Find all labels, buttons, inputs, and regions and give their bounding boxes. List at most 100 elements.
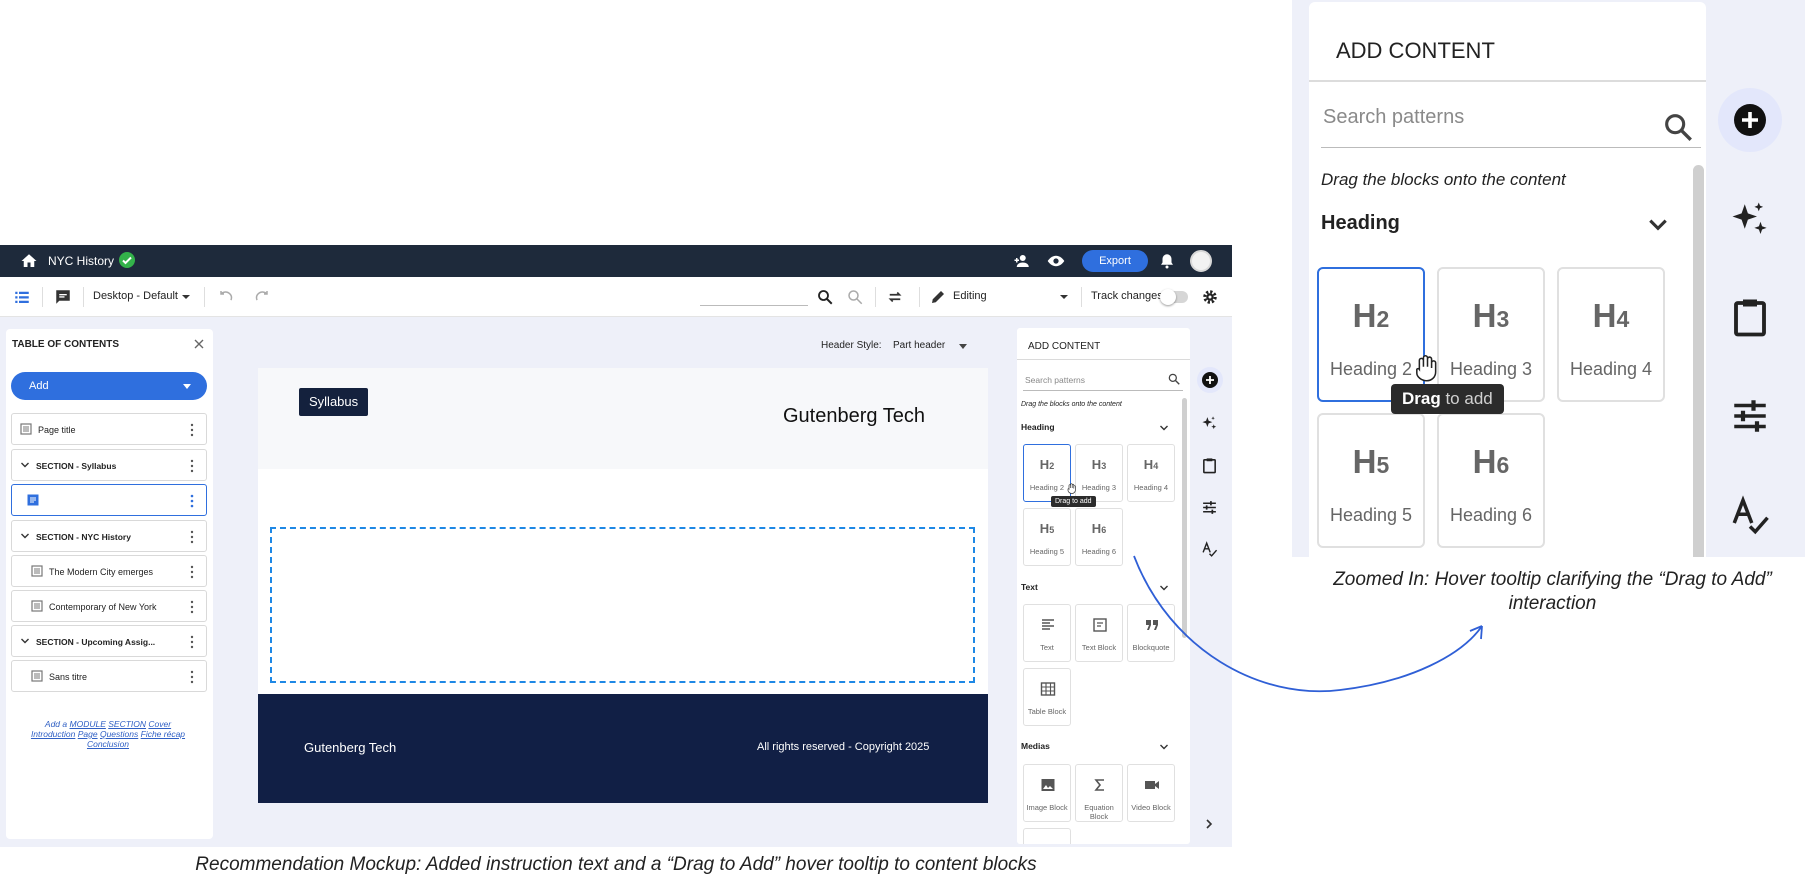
add-fiche-recap-link[interactable]: Fiche récap <box>141 729 185 739</box>
toc-section[interactable]: SECTION - NYC History <box>11 520 207 552</box>
heading-2-block[interactable]: H2 Heading 2 <box>1023 444 1071 502</box>
heading-3-block[interactable]: H3 Heading 3 <box>1437 267 1545 402</box>
track-changes-toggle[interactable] <box>1160 289 1188 305</box>
page-icon <box>20 423 32 435</box>
chevron-down-icon[interactable] <box>1647 214 1669 236</box>
toc-section[interactable]: SECTION - Syllabus <box>11 449 207 481</box>
scrollbar[interactable] <box>1182 398 1187 638</box>
settings-gear-icon[interactable] <box>1201 288 1219 306</box>
search-patterns-input[interactable]: Search patterns <box>1321 106 1701 148</box>
chevron-down-icon[interactable] <box>180 291 192 303</box>
add-page-link[interactable]: Page <box>78 729 98 739</box>
image-block-tile[interactable]: Image Block <box>1023 764 1071 822</box>
sliders-icon[interactable] <box>1729 395 1771 437</box>
chevron-down-icon[interactable] <box>959 344 967 349</box>
add-cover-link[interactable]: Cover <box>148 719 171 729</box>
add-person-icon[interactable] <box>1013 252 1031 270</box>
more-vertical-icon[interactable] <box>190 600 194 614</box>
add-section-link[interactable]: SECTION <box>108 719 146 729</box>
more-vertical-icon[interactable] <box>190 423 194 437</box>
right-rail <box>1193 328 1226 844</box>
list-toc-icon[interactable] <box>13 288 31 306</box>
close-icon[interactable] <box>192 337 206 351</box>
scrollbar[interactable] <box>1693 165 1704 557</box>
chevron-down-icon[interactable] <box>1159 742 1169 752</box>
chevron-down-icon[interactable] <box>1159 423 1169 433</box>
more-vertical-icon[interactable] <box>190 565 194 579</box>
add-content-rail-button[interactable] <box>1718 88 1782 152</box>
toc-item[interactable]: The Modern City emerges <box>11 555 207 587</box>
sync-icon[interactable] <box>886 288 904 306</box>
text-block-tile[interactable]: Text <box>1023 604 1071 662</box>
block-label: Text <box>1040 643 1054 652</box>
chevron-down-icon[interactable] <box>20 460 30 470</box>
section-chip[interactable]: Syllabus <box>299 388 369 416</box>
undo-icon[interactable] <box>218 288 236 306</box>
sliders-icon[interactable] <box>1201 499 1218 516</box>
device-select[interactable]: Desktop - Default <box>93 290 178 302</box>
heading-6-block[interactable]: H6 Heading 6 <box>1075 508 1123 566</box>
heading-glyph: H6 <box>1472 443 1510 480</box>
chevron-down-icon[interactable] <box>20 636 30 646</box>
heading-2-block[interactable]: H2 Heading 2 <box>1317 267 1425 402</box>
bell-icon[interactable] <box>1158 252 1176 270</box>
avatar[interactable] <box>1190 250 1212 272</box>
find-replace-icon[interactable] <box>846 288 864 306</box>
add-content-rail-button[interactable] <box>1197 367 1223 393</box>
chevron-down-icon[interactable] <box>183 384 191 389</box>
header-style-select[interactable]: Part header <box>893 340 945 351</box>
search-patterns-input[interactable]: Search patterns <box>1023 374 1183 391</box>
table-of-contents-panel: TABLE OF CONTENTS Add Page title SECTION… <box>6 329 213 839</box>
sparkle-ai-icon[interactable] <box>1729 199 1771 241</box>
heading-4-block[interactable]: H4 Heading 4 <box>1557 267 1665 402</box>
drop-zone[interactable] <box>270 527 975 683</box>
spellcheck-icon[interactable] <box>1729 495 1771 537</box>
more-vertical-icon[interactable] <box>190 459 194 473</box>
more-block-tile[interactable] <box>1023 828 1071 844</box>
add-questions-link[interactable]: Questions <box>100 729 138 739</box>
sparkle-ai-icon[interactable] <box>1201 415 1218 432</box>
toc-item[interactable]: Contemporary of New York <box>11 590 207 622</box>
add-introduction-link[interactable]: Introduction <box>31 729 75 739</box>
search-icon[interactable] <box>816 288 834 306</box>
heading-5-block[interactable]: H5 Heading 5 <box>1023 508 1071 566</box>
preview-eye-icon[interactable] <box>1047 252 1065 270</box>
chevron-right-icon[interactable] <box>1203 818 1215 830</box>
table-block-tile[interactable]: Table Block <box>1023 668 1071 726</box>
toc-item[interactable]: Page title <box>11 413 207 445</box>
heading-3-block[interactable]: H3 Heading 3 <box>1075 444 1123 502</box>
clipboard-icon[interactable] <box>1729 296 1771 338</box>
text-block-container-tile[interactable]: Text Block <box>1075 604 1123 662</box>
toc-item-selected[interactable] <box>11 484 207 516</box>
toc-section[interactable]: SECTION - Upcoming Assig... <box>11 625 207 657</box>
add-conclusion-link[interactable]: Conclusion <box>87 739 129 749</box>
chevron-down-icon[interactable] <box>1058 291 1070 303</box>
add-button[interactable]: Add <box>11 372 207 400</box>
spellcheck-icon[interactable] <box>1201 541 1218 558</box>
heading-glyph: H3 <box>1091 457 1107 472</box>
toolbar-search-input[interactable] <box>700 305 808 306</box>
equation-block-tile[interactable]: Equation Block <box>1075 764 1123 822</box>
more-vertical-icon[interactable] <box>190 494 194 508</box>
chevron-down-icon[interactable] <box>20 531 30 541</box>
video-block-tile[interactable]: Video Block <box>1127 764 1175 822</box>
mode-select[interactable]: Editing <box>953 290 987 302</box>
toc-item[interactable]: Sans titre <box>11 660 207 692</box>
clipboard-icon[interactable] <box>1201 457 1218 474</box>
more-vertical-icon[interactable] <box>190 635 194 649</box>
heading-5-block[interactable]: H5 Heading 5 <box>1317 413 1425 548</box>
home-icon[interactable] <box>20 252 38 270</box>
redo-icon[interactable] <box>252 288 270 306</box>
heading-4-block[interactable]: H4 Heading 4 <box>1127 444 1175 502</box>
search-icon[interactable] <box>1167 372 1181 386</box>
blockquote-tile[interactable]: Blockquote <box>1127 604 1175 662</box>
export-button[interactable]: Export <box>1082 250 1148 272</box>
comment-icon[interactable] <box>54 288 72 306</box>
more-vertical-icon[interactable] <box>190 670 194 684</box>
more-vertical-icon[interactable] <box>190 530 194 544</box>
add-module-link[interactable]: MODULE <box>70 719 106 729</box>
heading-6-block[interactable]: H6 Heading 6 <box>1437 413 1545 548</box>
chevron-down-icon[interactable] <box>1159 583 1169 593</box>
search-icon[interactable] <box>1661 110 1695 144</box>
page-icon <box>31 565 43 577</box>
